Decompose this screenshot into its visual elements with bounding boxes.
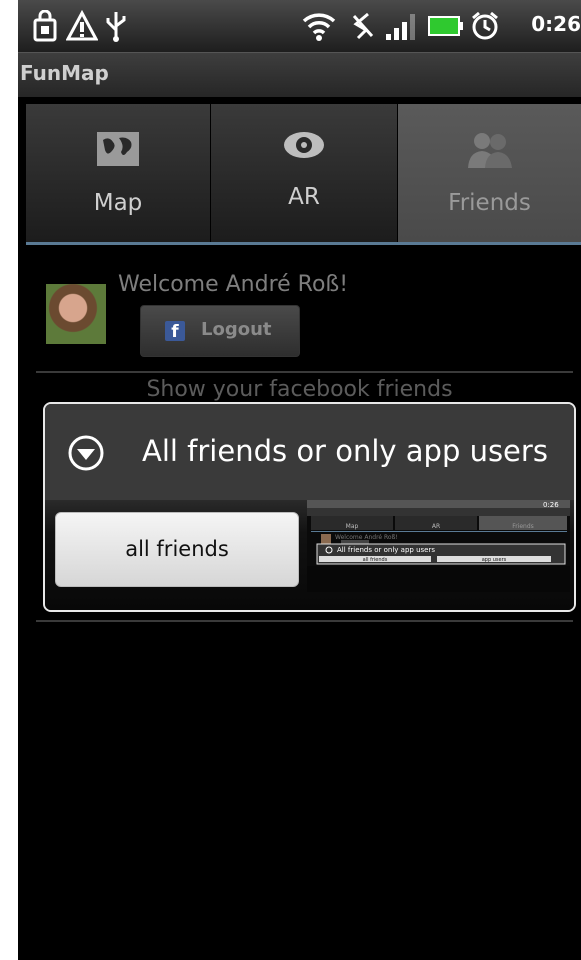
- all-friends-button[interactable]: all friends: [55, 512, 299, 587]
- thumb-dialog-title: All friends or only app users: [337, 546, 435, 554]
- map-icon: [97, 132, 139, 166]
- wifi-icon: [302, 13, 336, 41]
- tab-bar: Map AR Friends: [26, 104, 581, 242]
- eye-icon: [284, 132, 324, 158]
- thumb-tab-label: Friends: [512, 523, 534, 530]
- welcome-text: Welcome André Roß!: [118, 272, 349, 297]
- alarm-icon: [472, 11, 498, 40]
- warning-icon: [66, 10, 98, 41]
- thumb-tab-label: AR: [432, 523, 440, 530]
- tab-friends-label: Friends: [448, 190, 531, 216]
- phone-screen: 0:26 FunMap Map AR Friends Welcome André…: [18, 0, 581, 960]
- dialog-body: all friends 0:26 Map AR Friends Welcome …: [45, 500, 574, 610]
- logout-label: Logout: [201, 319, 272, 340]
- thumb-button-label: all friends: [363, 557, 388, 563]
- usb-icon: [106, 12, 126, 42]
- avatar: [46, 284, 106, 344]
- divider: [36, 620, 573, 622]
- chevron-down-circle-icon: [68, 435, 104, 471]
- battery-icon: [428, 16, 463, 36]
- dialog-header: All friends or only app users: [45, 404, 574, 500]
- divider: [36, 371, 573, 373]
- tab-map-label: Map: [93, 190, 143, 216]
- status-clock: 0:26: [531, 12, 581, 36]
- title-bar: FunMap: [18, 52, 581, 97]
- logout-button[interactable]: f Logout: [140, 305, 300, 357]
- status-bar: 0:26: [18, 0, 581, 52]
- thumb-clock: 0:26: [543, 501, 559, 509]
- tab-friends[interactable]: Friends: [398, 104, 581, 242]
- tab-indicator: [26, 242, 581, 245]
- tab-map[interactable]: Map: [26, 104, 211, 242]
- screenshot-thumbnail: 0:26 Map AR Friends Welcome André Roß! A…: [307, 500, 570, 592]
- facebook-icon: f: [165, 321, 185, 342]
- tab-ar-label: AR: [288, 184, 320, 210]
- thumb-welcome: Welcome André Roß!: [335, 534, 398, 541]
- friends-icon: [467, 133, 512, 168]
- choice-dialog: All friends or only app users all friend…: [43, 402, 576, 612]
- signal-icon: [386, 14, 415, 40]
- all-friends-label: all friends: [125, 537, 229, 561]
- shopping-bag-icon: [33, 10, 57, 42]
- show-friends-label: Show your facebook friends: [146, 377, 453, 402]
- gps-off-icon: [352, 12, 374, 40]
- thumb-tab-label: Map: [346, 523, 359, 530]
- tab-ar[interactable]: AR: [211, 104, 398, 242]
- app-title: FunMap: [20, 61, 109, 85]
- thumb-button-label: app users: [482, 557, 507, 563]
- dialog-title: All friends or only app users: [142, 434, 548, 468]
